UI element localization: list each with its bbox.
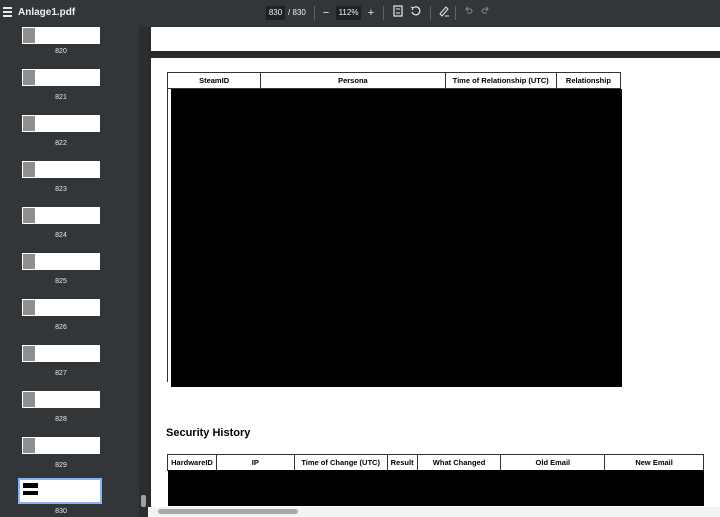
- column-header: HardwareID: [167, 454, 217, 471]
- thumbnail-label: 826: [55, 324, 67, 331]
- column-header: What Changed: [416, 454, 502, 471]
- sidebar-scrollbar-thumb[interactable]: [141, 495, 146, 507]
- horizontal-scrollbar-thumb[interactable]: [158, 509, 298, 514]
- zoom-out-icon[interactable]: −: [319, 5, 333, 21]
- page-number-input[interactable]: 830: [266, 6, 285, 20]
- relationship-table: SteamID Persona Time of Relationship (UT…: [166, 72, 622, 89]
- column-header: Persona: [260, 72, 446, 89]
- column-header: SteamID: [166, 72, 262, 89]
- rotate-icon[interactable]: [409, 5, 423, 21]
- redaction-block: [171, 89, 622, 387]
- page-thumbnail[interactable]: [22, 27, 100, 44]
- fit-page-icon[interactable]: [391, 5, 405, 21]
- page-thumbnail[interactable]: [22, 391, 100, 408]
- column-header: Relationship: [555, 72, 622, 89]
- page-thumbnail[interactable]: [22, 207, 100, 224]
- toolbar-divider: [455, 6, 456, 20]
- thumbnail-label: 829: [55, 462, 67, 469]
- zoom-in-icon[interactable]: +: [364, 5, 378, 21]
- thumbnail-label: 821: [55, 94, 67, 101]
- thumbnail-label: 820: [55, 48, 67, 55]
- page-total: / 830: [288, 8, 306, 17]
- annotate-icon[interactable]: [437, 5, 451, 21]
- column-header: Time of Change (UTC): [293, 454, 388, 471]
- document-viewer: SteamID Persona Time of Relationship (UT…: [148, 27, 720, 517]
- undo-icon[interactable]: [461, 5, 475, 21]
- sidebar-scrollbar[interactable]: [139, 27, 148, 517]
- thumbnail-label: 825: [55, 278, 67, 285]
- column-header: Result: [386, 454, 418, 471]
- page-thumbnail[interactable]: [22, 253, 100, 270]
- redaction-block: [168, 470, 704, 506]
- pdf-toolbar: Anlage1.pdf 830 / 830 − 112% +: [0, 0, 720, 27]
- page-divider: [148, 27, 151, 517]
- security-history-table: HardwareID IP Time of Change (UTC) Resul…: [167, 454, 704, 471]
- column-header: New Email: [604, 454, 704, 471]
- zoom-level-input[interactable]: 112%: [336, 6, 361, 20]
- column-header: IP: [215, 454, 295, 471]
- document-title: Anlage1.pdf: [18, 7, 76, 18]
- page-thumbnail[interactable]: [22, 345, 100, 362]
- redo-icon[interactable]: [479, 5, 493, 21]
- column-header: Time of Relationship (UTC): [444, 72, 557, 89]
- toolbar-divider: [430, 6, 431, 20]
- column-header: Old Email: [500, 454, 606, 471]
- thumbnail-label: 827: [55, 370, 67, 377]
- thumbnail-label: 824: [55, 232, 67, 239]
- section-heading: Security History: [166, 427, 251, 439]
- thumbnail-sidebar: 820 821 822 823 824 825 826 827 828 829 …: [0, 27, 139, 517]
- page-thumbnail[interactable]: [22, 115, 100, 132]
- menu-icon[interactable]: [3, 7, 12, 19]
- thumbnail-label: 822: [55, 140, 67, 147]
- page-thumbnail[interactable]: [22, 161, 100, 178]
- thumbnail-label: 823: [55, 186, 67, 193]
- page-thumbnail[interactable]: [22, 299, 100, 316]
- toolbar-divider: [314, 6, 315, 20]
- page-thumbnail[interactable]: [22, 69, 100, 86]
- page-thumbnail-selected[interactable]: [18, 478, 102, 504]
- page-thumbnail[interactable]: [22, 437, 100, 454]
- toolbar-divider: [383, 6, 384, 20]
- thumbnail-label: 828: [55, 416, 67, 423]
- thumbnail-label: 830: [55, 508, 67, 515]
- page-divider: [148, 51, 720, 58]
